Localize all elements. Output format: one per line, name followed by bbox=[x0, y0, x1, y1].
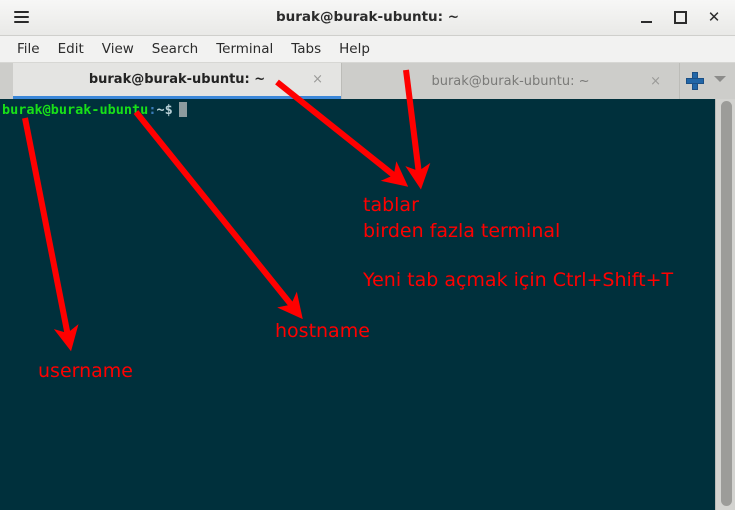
menu-item-edit[interactable]: Edit bbox=[49, 39, 93, 59]
tab-label: burak@burak-ubuntu: ~ bbox=[88, 72, 266, 87]
menu-item-help[interactable]: Help bbox=[330, 39, 379, 59]
annotation-hostname: hostname bbox=[275, 320, 370, 342]
tab-active[interactable]: burak@burak-ubuntu: ~ × bbox=[13, 63, 341, 99]
chevron-down-icon[interactable] bbox=[714, 76, 726, 82]
terminal-cursor bbox=[178, 102, 187, 117]
plus-icon[interactable] bbox=[685, 71, 705, 91]
maximize-icon bbox=[673, 11, 687, 24]
minimize-icon bbox=[640, 20, 652, 23]
tab-label: burak@burak-ubuntu: ~ bbox=[431, 73, 590, 89]
plus-icon-horizontal bbox=[686, 78, 704, 84]
terminal-content[interactable]: burak@burak-ubuntu:~$ bbox=[0, 99, 735, 510]
prompt-dollar: $ bbox=[164, 102, 173, 118]
window-controls: ✕ bbox=[629, 0, 731, 35]
shell-prompt: burak@burak-ubuntu:~$ bbox=[2, 102, 187, 118]
menu-item-file[interactable]: File bbox=[8, 39, 49, 59]
tab-second[interactable]: burak@burak-ubuntu: ~ × bbox=[341, 63, 680, 99]
menu-item-tabs[interactable]: Tabs bbox=[282, 39, 330, 59]
close-icon: ✕ bbox=[707, 8, 721, 26]
prompt-path: ~ bbox=[156, 102, 165, 118]
annotation-birden-fazla-terminal: birden fazla terminal bbox=[363, 220, 561, 242]
terminal-window: burak@burak-ubuntu: ~ ✕ File Edit View S… bbox=[0, 0, 735, 510]
maximize-button[interactable] bbox=[663, 3, 697, 33]
tab-close-icon[interactable]: × bbox=[312, 72, 323, 87]
title-bar: burak@burak-ubuntu: ~ ✕ bbox=[0, 0, 735, 36]
menu-item-search[interactable]: Search bbox=[143, 39, 207, 59]
tab-close-icon[interactable]: × bbox=[650, 74, 661, 89]
minimize-button[interactable] bbox=[629, 3, 663, 33]
prompt-user-host: burak@burak-ubuntu bbox=[2, 102, 149, 118]
terminal-scrollbar[interactable] bbox=[715, 99, 735, 510]
window-title: burak@burak-ubuntu: ~ bbox=[275, 9, 460, 25]
annotation-username: username bbox=[38, 360, 133, 382]
menu-bar: File Edit View Search Terminal Tabs Help bbox=[0, 36, 735, 63]
close-button[interactable]: ✕ bbox=[697, 3, 731, 33]
annotation-yeni-tab-shortcut: Yeni tab açmak için Ctrl+Shift+T bbox=[363, 269, 674, 291]
annotation-tablar: tablar bbox=[363, 194, 419, 216]
menu-item-view[interactable]: View bbox=[93, 39, 143, 59]
tab-bar: burak@burak-ubuntu: ~ × burak@burak-ubun… bbox=[0, 63, 735, 99]
menu-item-terminal[interactable]: Terminal bbox=[207, 39, 282, 59]
scrollbar-thumb[interactable] bbox=[721, 101, 732, 506]
